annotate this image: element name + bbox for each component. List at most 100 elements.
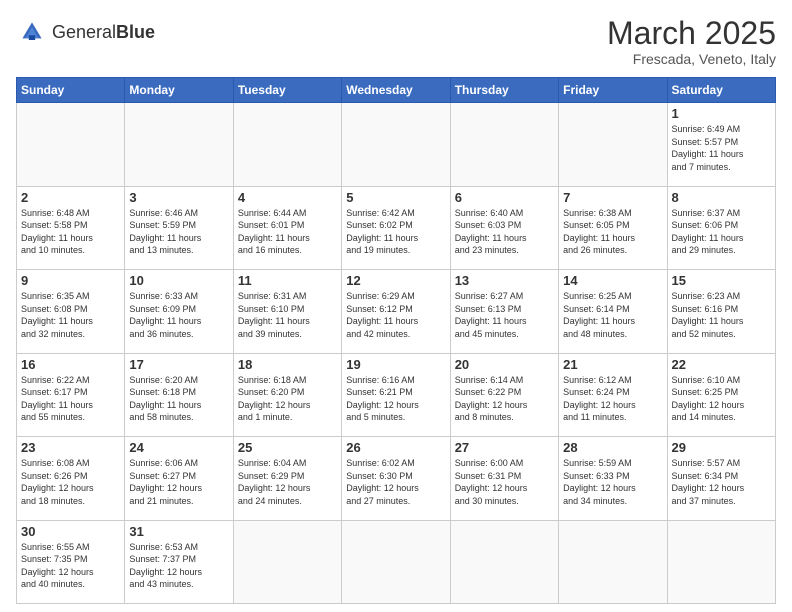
calendar-week-5: 30Sunrise: 6:55 AM Sunset: 7:35 PM Dayli… bbox=[17, 520, 776, 603]
calendar-cell: 16 Sunrise: 6:22 AM Sunset: 6:17 PM Dayli… bbox=[17, 353, 125, 436]
day-info: Sunrise: 6:18 AM Sunset: 6:20 PM Dayligh… bbox=[238, 374, 337, 424]
day-number: 15 bbox=[672, 273, 771, 288]
day-number: 27 bbox=[455, 440, 554, 455]
day-number: 14 bbox=[563, 273, 662, 288]
calendar-week-0: 1Sunrise: 6:49 AM Sunset: 5:57 PM Daylig… bbox=[17, 103, 776, 186]
day-number: 24 bbox=[129, 440, 228, 455]
day-info: Sunrise: 6:31 AM Sunset: 6:10 PM Dayligh… bbox=[238, 290, 337, 340]
day-info: Sunrise: 6:27 AM Sunset: 6:13 PM Dayligh… bbox=[455, 290, 554, 340]
calendar-cell: 12 Sunrise: 6:29 AM Sunset: 6:12 PM Dayli… bbox=[342, 270, 450, 353]
day-number: 19 bbox=[346, 357, 445, 372]
day-info: Sunrise: 6:33 AM Sunset: 6:09 PM Dayligh… bbox=[129, 290, 228, 340]
calendar-cell: 8 Sunrise: 6:37 AM Sunset: 6:06 PM Daylig… bbox=[667, 186, 775, 269]
day-info: Sunrise: 6:37 AM Sunset: 6:06 PM Dayligh… bbox=[672, 207, 771, 257]
day-number: 8 bbox=[672, 190, 771, 205]
calendar-cell bbox=[125, 103, 233, 186]
logo: GeneralBlue bbox=[16, 16, 155, 48]
day-number: 29 bbox=[672, 440, 771, 455]
calendar-cell: 27 Sunrise: 6:00 AM Sunset: 6:31 PM Dayli… bbox=[450, 437, 558, 520]
calendar-cell: 22Sunrise: 6:10 AM Sunset: 6:25 PM Dayli… bbox=[667, 353, 775, 436]
day-info: Sunrise: 6:40 AM Sunset: 6:03 PM Dayligh… bbox=[455, 207, 554, 257]
day-info: Sunrise: 6:14 AM Sunset: 6:22 PM Dayligh… bbox=[455, 374, 554, 424]
day-info: Sunrise: 6:04 AM Sunset: 6:29 PM Dayligh… bbox=[238, 457, 337, 507]
day-number: 26 bbox=[346, 440, 445, 455]
day-info: Sunrise: 6:48 AM Sunset: 5:58 PM Dayligh… bbox=[21, 207, 120, 257]
day-info: Sunrise: 6:25 AM Sunset: 6:14 PM Dayligh… bbox=[563, 290, 662, 340]
day-number: 30 bbox=[21, 524, 120, 539]
calendar-cell: 9Sunrise: 6:35 AM Sunset: 6:08 PM Daylig… bbox=[17, 270, 125, 353]
calendar-cell: 30Sunrise: 6:55 AM Sunset: 7:35 PM Dayli… bbox=[17, 520, 125, 603]
day-number: 18 bbox=[238, 357, 337, 372]
day-info: Sunrise: 6:29 AM Sunset: 6:12 PM Dayligh… bbox=[346, 290, 445, 340]
day-number: 28 bbox=[563, 440, 662, 455]
calendar-cell bbox=[450, 520, 558, 603]
day-number: 13 bbox=[455, 273, 554, 288]
calendar-cell: 26 Sunrise: 6:02 AM Sunset: 6:30 PM Dayli… bbox=[342, 437, 450, 520]
day-info: Sunrise: 5:57 AM Sunset: 6:34 PM Dayligh… bbox=[672, 457, 771, 507]
header: GeneralBlue March 2025 Frescada, Veneto,… bbox=[16, 16, 776, 67]
month-title: March 2025 bbox=[607, 16, 776, 51]
day-number: 3 bbox=[129, 190, 228, 205]
calendar-table: SundayMondayTuesdayWednesdayThursdayFrid… bbox=[16, 77, 776, 604]
day-number: 21 bbox=[563, 357, 662, 372]
calendar-cell bbox=[342, 520, 450, 603]
day-info: Sunrise: 6:42 AM Sunset: 6:02 PM Dayligh… bbox=[346, 207, 445, 257]
day-info: Sunrise: 6:22 AM Sunset: 6:17 PM Dayligh… bbox=[21, 374, 120, 424]
day-info: Sunrise: 6:16 AM Sunset: 6:21 PM Dayligh… bbox=[346, 374, 445, 424]
calendar-cell: 24 Sunrise: 6:06 AM Sunset: 6:27 PM Dayli… bbox=[125, 437, 233, 520]
calendar-week-2: 9Sunrise: 6:35 AM Sunset: 6:08 PM Daylig… bbox=[17, 270, 776, 353]
day-number: 12 bbox=[346, 273, 445, 288]
day-header-wednesday: Wednesday bbox=[342, 78, 450, 103]
logo-text: GeneralBlue bbox=[52, 23, 155, 41]
day-info: Sunrise: 6:02 AM Sunset: 6:30 PM Dayligh… bbox=[346, 457, 445, 507]
day-info: Sunrise: 6:08 AM Sunset: 6:26 PM Dayligh… bbox=[21, 457, 120, 507]
calendar-cell: 25 Sunrise: 6:04 AM Sunset: 6:29 PM Dayli… bbox=[233, 437, 341, 520]
calendar-cell: 20 Sunrise: 6:14 AM Sunset: 6:22 PM Dayli… bbox=[450, 353, 558, 436]
day-info: Sunrise: 6:20 AM Sunset: 6:18 PM Dayligh… bbox=[129, 374, 228, 424]
calendar-cell: 4Sunrise: 6:44 AM Sunset: 6:01 PM Daylig… bbox=[233, 186, 341, 269]
day-header-friday: Friday bbox=[559, 78, 667, 103]
calendar-cell: 23 Sunrise: 6:08 AM Sunset: 6:26 PM Dayli… bbox=[17, 437, 125, 520]
day-number: 23 bbox=[21, 440, 120, 455]
day-header-saturday: Saturday bbox=[667, 78, 775, 103]
day-info: Sunrise: 6:12 AM Sunset: 6:24 PM Dayligh… bbox=[563, 374, 662, 424]
day-info: Sunrise: 6:35 AM Sunset: 6:08 PM Dayligh… bbox=[21, 290, 120, 340]
day-info: Sunrise: 5:59 AM Sunset: 6:33 PM Dayligh… bbox=[563, 457, 662, 507]
calendar-cell: 19 Sunrise: 6:16 AM Sunset: 6:21 PM Dayli… bbox=[342, 353, 450, 436]
calendar-cell bbox=[559, 520, 667, 603]
day-info: Sunrise: 6:53 AM Sunset: 7:37 PM Dayligh… bbox=[129, 541, 228, 591]
day-number: 7 bbox=[563, 190, 662, 205]
day-info: Sunrise: 6:38 AM Sunset: 6:05 PM Dayligh… bbox=[563, 207, 662, 257]
day-header-sunday: Sunday bbox=[17, 78, 125, 103]
calendar-cell bbox=[667, 520, 775, 603]
calendar-cell: 2 Sunrise: 6:48 AM Sunset: 5:58 PM Daylig… bbox=[17, 186, 125, 269]
calendar-cell: 31 Sunrise: 6:53 AM Sunset: 7:37 PM Dayli… bbox=[125, 520, 233, 603]
day-info: Sunrise: 6:23 AM Sunset: 6:16 PM Dayligh… bbox=[672, 290, 771, 340]
generalblue-logo-icon bbox=[16, 16, 48, 48]
day-header-thursday: Thursday bbox=[450, 78, 558, 103]
calendar-header-row: SundayMondayTuesdayWednesdayThursdayFrid… bbox=[17, 78, 776, 103]
calendar-week-1: 2 Sunrise: 6:48 AM Sunset: 5:58 PM Daylig… bbox=[17, 186, 776, 269]
day-number: 2 bbox=[21, 190, 120, 205]
calendar-cell: 28 Sunrise: 5:59 AM Sunset: 6:33 PM Dayli… bbox=[559, 437, 667, 520]
calendar-cell: 3 Sunrise: 6:46 AM Sunset: 5:59 PM Daylig… bbox=[125, 186, 233, 269]
calendar-cell: 5 Sunrise: 6:42 AM Sunset: 6:02 PM Daylig… bbox=[342, 186, 450, 269]
calendar-cell: 7 Sunrise: 6:38 AM Sunset: 6:05 PM Daylig… bbox=[559, 186, 667, 269]
calendar-cell: 15 Sunrise: 6:23 AM Sunset: 6:16 PM Dayli… bbox=[667, 270, 775, 353]
calendar-cell: 14 Sunrise: 6:25 AM Sunset: 6:14 PM Dayli… bbox=[559, 270, 667, 353]
title-block: March 2025 Frescada, Veneto, Italy bbox=[607, 16, 776, 67]
day-number: 25 bbox=[238, 440, 337, 455]
day-number: 1 bbox=[672, 106, 771, 121]
day-number: 5 bbox=[346, 190, 445, 205]
day-number: 31 bbox=[129, 524, 228, 539]
calendar-cell bbox=[233, 103, 341, 186]
day-info: Sunrise: 6:00 AM Sunset: 6:31 PM Dayligh… bbox=[455, 457, 554, 507]
day-number: 6 bbox=[455, 190, 554, 205]
day-number: 17 bbox=[129, 357, 228, 372]
day-number: 20 bbox=[455, 357, 554, 372]
day-info: Sunrise: 6:06 AM Sunset: 6:27 PM Dayligh… bbox=[129, 457, 228, 507]
calendar-week-3: 16 Sunrise: 6:22 AM Sunset: 6:17 PM Dayli… bbox=[17, 353, 776, 436]
calendar-cell: 18 Sunrise: 6:18 AM Sunset: 6:20 PM Dayli… bbox=[233, 353, 341, 436]
day-info: Sunrise: 6:46 AM Sunset: 5:59 PM Dayligh… bbox=[129, 207, 228, 257]
day-number: 16 bbox=[21, 357, 120, 372]
